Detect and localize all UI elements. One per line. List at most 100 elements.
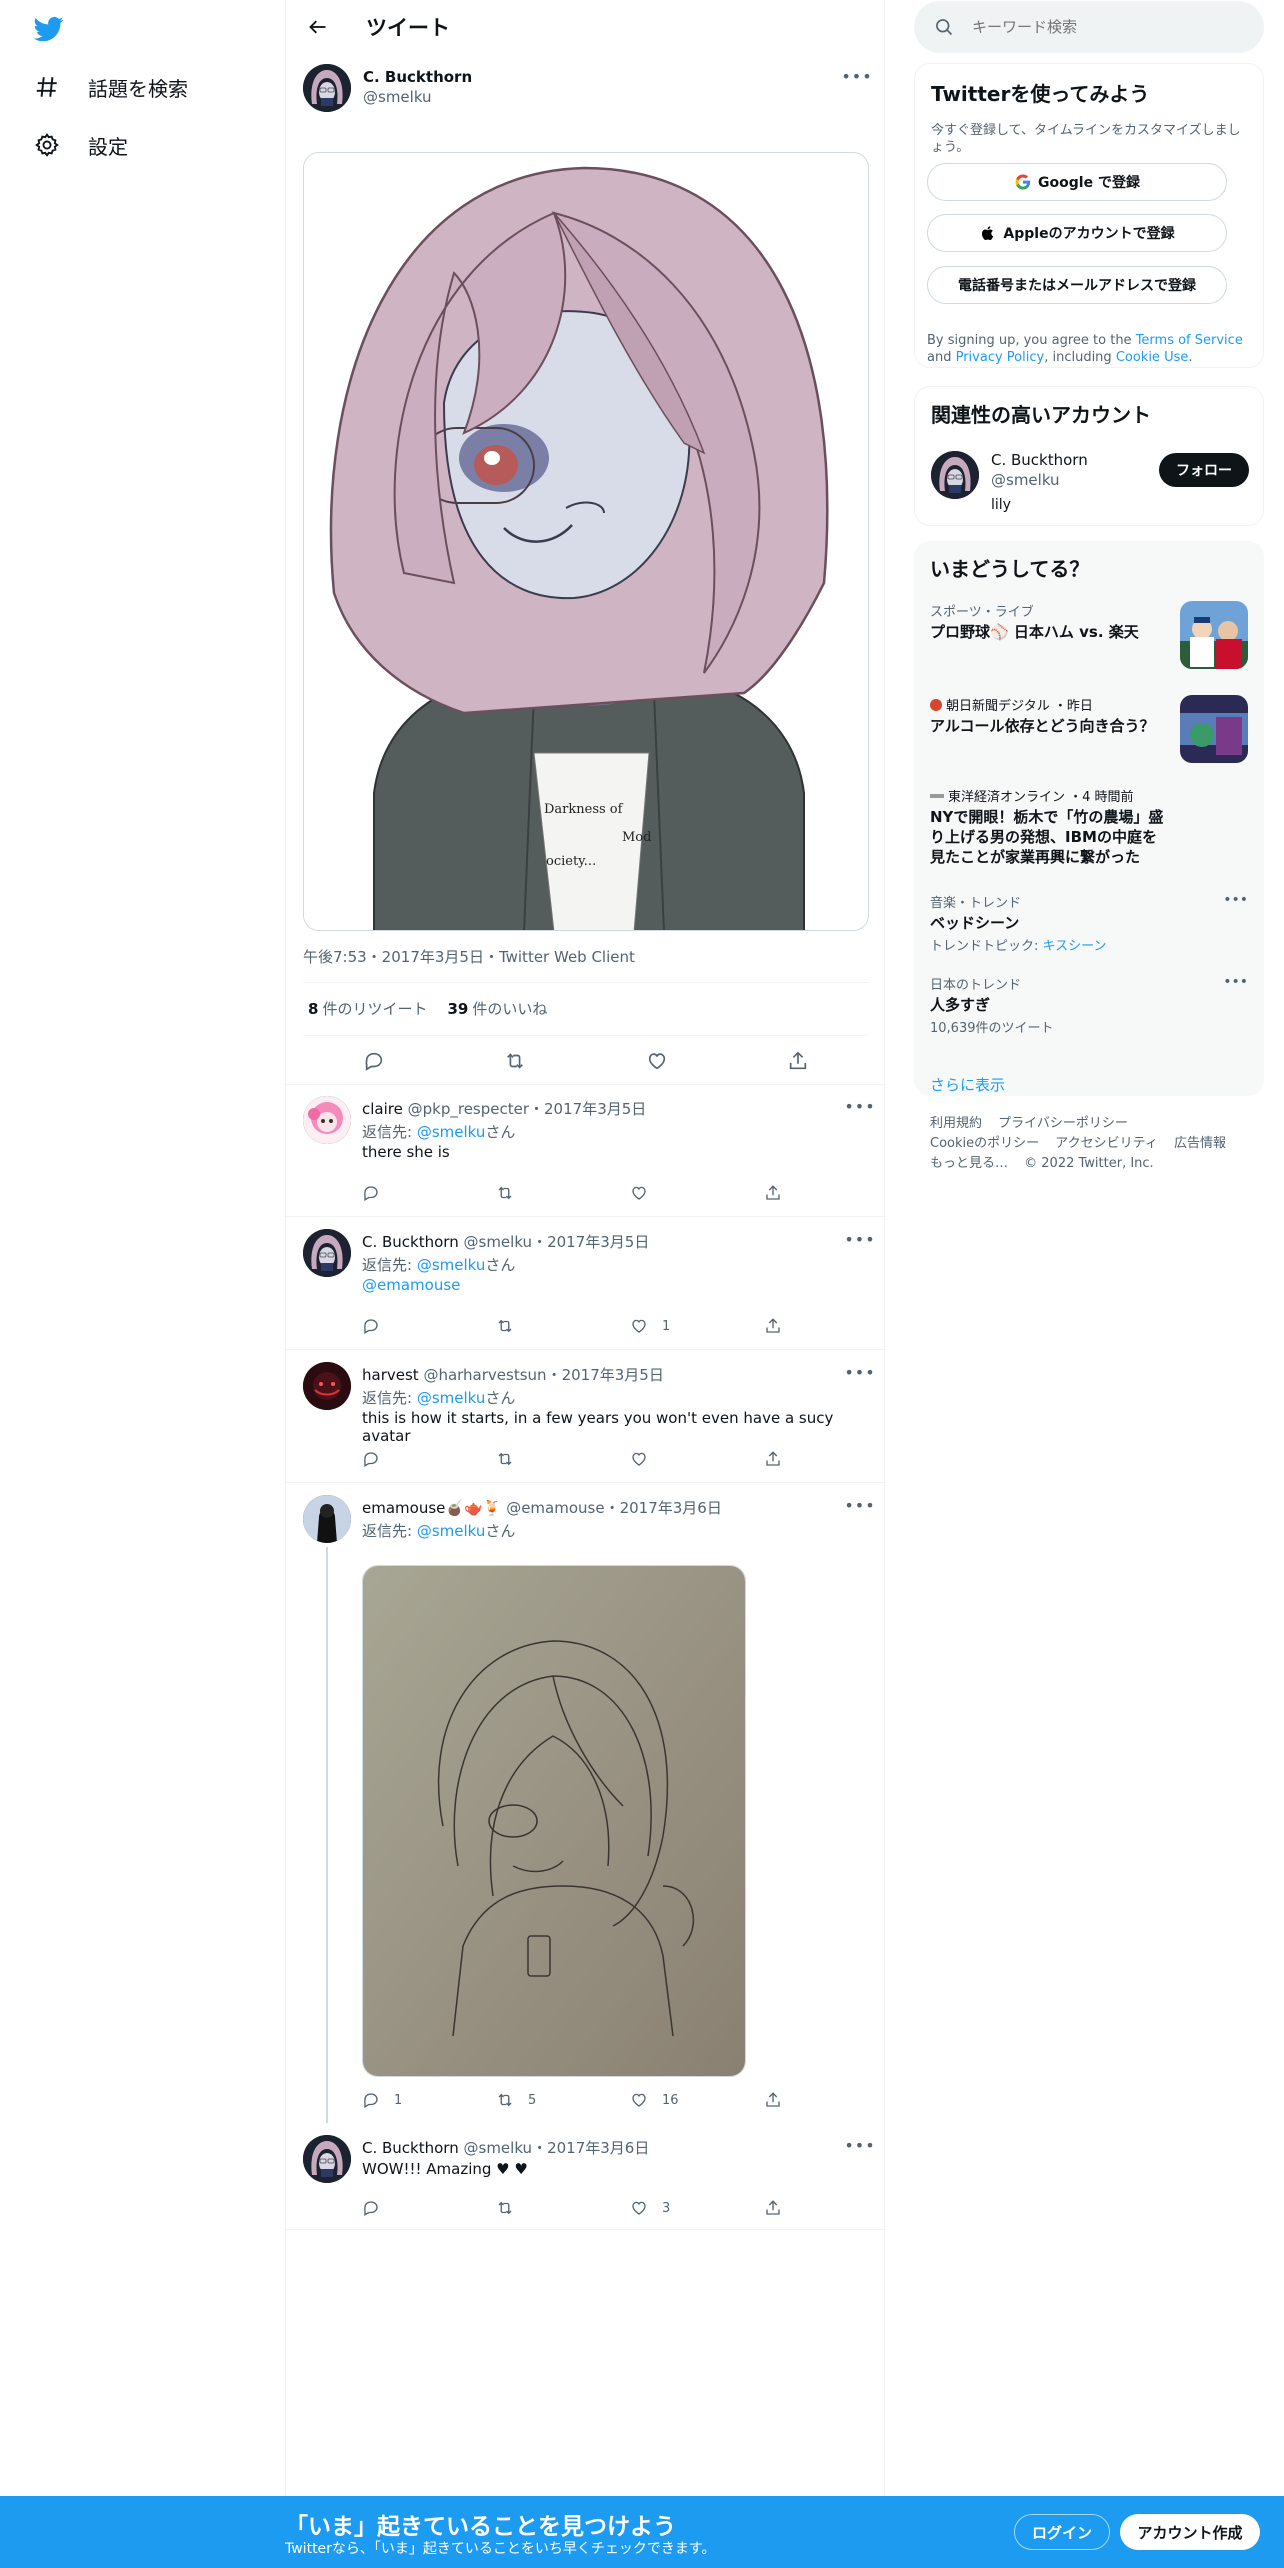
share-icon[interactable] (764, 1184, 782, 1202)
share-icon[interactable] (764, 1317, 782, 1335)
like-icon[interactable] (630, 1184, 720, 1202)
likes-stat[interactable]: 39 件のいいね (447, 998, 547, 1019)
phone-email-signup-button[interactable]: 電話番号またはメールアドレスで登録 (927, 266, 1227, 304)
cookie-use-link[interactable]: Cookie Use (1116, 350, 1189, 365)
reply-name[interactable]: emamouse🧉🫖🍹 (362, 1499, 501, 1517)
reply-handle[interactable]: @emamouse (506, 1499, 604, 1517)
more-options-icon[interactable]: ••• (1223, 892, 1248, 908)
reply-tweet[interactable]: emamouse🧉🫖🍹 @emamouse・2017年3月6日 ••• 返信先:… (286, 1483, 886, 2123)
twitter-logo-icon[interactable] (32, 14, 66, 44)
reply-icon[interactable] (363, 1050, 385, 1072)
avatar[interactable] (303, 1229, 351, 1277)
google-signup-button[interactable]: Google で登録 (927, 163, 1227, 201)
author-name[interactable]: C. Buckthorn (363, 68, 472, 86)
reply-name[interactable]: harvest (362, 1366, 419, 1384)
more-options-icon[interactable]: ••• (844, 2135, 874, 2155)
tweet-image[interactable]: Darkness of Mod ociety... (303, 152, 869, 931)
search-bar[interactable] (914, 1, 1264, 53)
trend-item[interactable]: 日本のトレンド 人多すぎ 10,639件のツイート ••• (930, 974, 1248, 1044)
footer-link[interactable]: アクセシビリティ (1055, 1136, 1158, 1151)
reply-icon[interactable] (362, 1317, 452, 1335)
reply-date[interactable]: ・2017年3月5日 (532, 1233, 649, 1251)
share-icon[interactable] (764, 2091, 782, 2109)
footer-link[interactable]: 利用規約 (930, 1116, 982, 1131)
reply-icon[interactable] (362, 1184, 452, 1202)
mention-link[interactable]: @emamouse (362, 1276, 460, 1294)
more-options-icon[interactable]: ••• (841, 66, 871, 86)
nav-explore[interactable]: 話題を検索 (32, 67, 188, 107)
reply-icon[interactable]: 1 (362, 2091, 452, 2109)
more-options-icon[interactable]: ••• (844, 1096, 874, 1116)
footer-link[interactable]: もっと見る… (930, 1156, 1008, 1171)
related-handle[interactable]: @smelku (991, 471, 1060, 489)
more-options-icon[interactable]: ••• (844, 1362, 874, 1382)
related-name[interactable]: C. Buckthorn (991, 451, 1088, 469)
reply-name[interactable]: C. Buckthorn (362, 2139, 459, 2157)
reply-tweet[interactable]: C. Buckthorn @smelku・2017年3月6日 ••• WOW!!… (286, 2123, 886, 2230)
footer-link[interactable]: 広告情報 (1174, 1136, 1226, 1151)
nav-settings[interactable]: 設定 (32, 125, 128, 165)
apple-signup-button[interactable]: Appleのアカウントで登録 (927, 214, 1227, 252)
terms-of-service-link[interactable]: Terms of Service (1136, 333, 1243, 348)
login-button[interactable]: ログイン (1014, 2514, 1110, 2550)
replying-to-mention[interactable]: @smelku (417, 1256, 486, 1274)
avatar[interactable] (303, 2135, 351, 2183)
trend-sub-link[interactable]: キスシーン (1043, 939, 1107, 954)
more-options-icon[interactable]: ••• (1223, 974, 1248, 990)
trend-item[interactable]: 東洋経済オンライン ・4 時間前 NYで開眼！栃木で「竹の農場」盛り上げる男の発… (930, 786, 1248, 876)
show-more-link[interactable]: さらに表示 (930, 1074, 1005, 1095)
replying-to-mention[interactable]: @smelku (417, 1522, 486, 1540)
reply-date[interactable]: ・2017年3月6日 (605, 1499, 722, 1517)
replying-to-mention[interactable]: @smelku (417, 1389, 486, 1407)
trend-item[interactable]: スポーツ・ライブ プロ野球⚾ 日本ハム vs. 楽天 (930, 601, 1248, 671)
avatar[interactable] (303, 1096, 351, 1144)
reply-tweet[interactable]: claire @pkp_respecter・2017年3月5日 ••• 返信先:… (286, 1084, 886, 1217)
privacy-policy-link[interactable]: Privacy Policy (956, 350, 1045, 365)
footer-link[interactable]: プライバシーポリシー (998, 1116, 1128, 1131)
reply-tweet[interactable]: harvest @harharvestsun・2017年3月5日 ••• 返信先… (286, 1350, 886, 1483)
trend-item[interactable]: 朝日新聞デジタル ・昨日 アルコール依存とどう向き合う？ (930, 695, 1248, 765)
avatar[interactable] (303, 1362, 351, 1410)
back-arrow-icon[interactable] (300, 9, 336, 45)
footer-link[interactable]: Cookieのポリシー (930, 1136, 1039, 1151)
reply-name[interactable]: claire (362, 1100, 403, 1118)
share-icon[interactable] (787, 1050, 809, 1072)
like-icon[interactable]: 3 (630, 2199, 720, 2217)
reply-icon[interactable] (362, 2199, 452, 2217)
more-options-icon[interactable]: ••• (844, 1229, 874, 1249)
like-icon[interactable]: 16 (630, 2091, 720, 2109)
share-icon[interactable] (764, 2199, 782, 2217)
reply-icon[interactable] (362, 1450, 452, 1468)
replying-to-mention[interactable]: @smelku (417, 1123, 486, 1141)
retweet-icon[interactable] (504, 1050, 526, 1072)
reply-handle[interactable]: @harharvestsun (423, 1366, 546, 1384)
retweet-icon[interactable] (496, 1317, 586, 1335)
avatar[interactable] (303, 1495, 351, 1543)
like-icon[interactable] (646, 1050, 668, 1072)
reply-date[interactable]: ・2017年3月6日 (532, 2139, 649, 2157)
search-input[interactable] (972, 18, 1232, 36)
like-icon[interactable] (630, 1450, 720, 1468)
retweet-icon[interactable] (496, 2199, 586, 2217)
reply-date[interactable]: ・2017年3月5日 (547, 1366, 664, 1384)
create-account-button[interactable]: アカウント作成 (1120, 2514, 1260, 2550)
avatar[interactable] (303, 64, 351, 112)
retweets-stat[interactable]: 8 件のリツイート (308, 998, 427, 1019)
reply-handle[interactable]: @smelku (464, 2139, 533, 2157)
author-handle[interactable]: @smelku (363, 88, 432, 106)
reply-tweet[interactable]: C. Buckthorn @smelku・2017年3月5日 ••• 返信先: … (286, 1217, 886, 1350)
retweet-icon[interactable]: 5 (496, 2091, 586, 2109)
retweet-icon[interactable] (496, 1184, 586, 1202)
share-icon[interactable] (764, 1450, 782, 1468)
reply-handle[interactable]: @smelku (464, 1233, 533, 1251)
avatar[interactable] (931, 451, 979, 499)
reply-date[interactable]: ・2017年3月5日 (529, 1100, 646, 1118)
more-options-icon[interactable]: ••• (844, 1495, 874, 1515)
reply-name[interactable]: C. Buckthorn (362, 1233, 459, 1251)
follow-button[interactable]: フォロー (1159, 453, 1249, 487)
reply-handle[interactable]: @pkp_respecter (408, 1100, 529, 1118)
reply-image[interactable] (362, 1565, 746, 2077)
retweet-icon[interactable] (496, 1450, 586, 1468)
trend-item[interactable]: 音楽・トレンド ベッドシーン トレンドトピック: キスシーン ••• (930, 892, 1248, 962)
like-icon[interactable]: 1 (630, 1317, 720, 1335)
